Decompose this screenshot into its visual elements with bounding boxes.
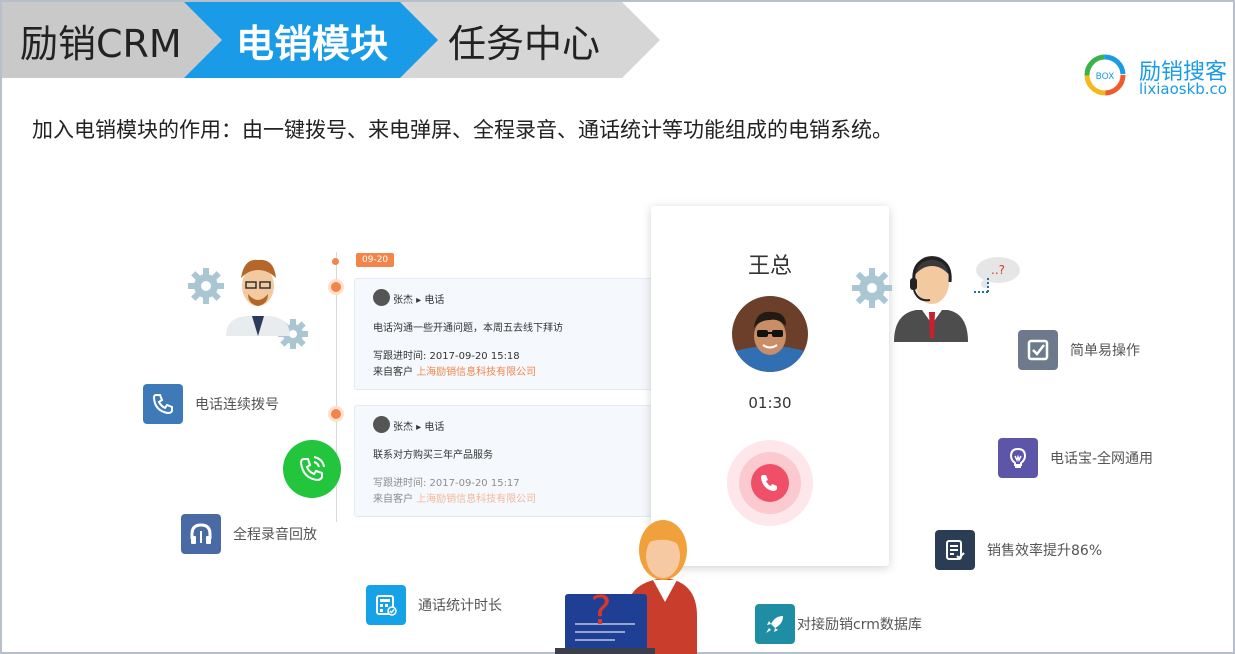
feature-label: 通话统计时长 — [418, 598, 502, 614]
call-button[interactable] — [283, 440, 341, 498]
feature-phone-universal: 电话宝-全网通用 — [998, 438, 1153, 478]
entry-message: 联系对方购买三年产品服务 — [373, 450, 493, 461]
customer-link[interactable]: 上海励销信息科技有限公司 — [416, 367, 536, 378]
rocket-icon — [755, 604, 795, 644]
speech-bubble-text: ..? — [991, 263, 1005, 277]
timeline-node — [328, 406, 344, 422]
feature-label: 全程录音回放 — [233, 527, 317, 543]
entry-author: 张杰 ▸ 电话 — [393, 422, 445, 433]
feature-recording-playback: 全程录音回放 — [181, 514, 317, 554]
breadcrumb-item-telesales[interactable]: 电销模块 — [184, 2, 438, 78]
logo-url: lixiaoskb.co — [1139, 80, 1227, 98]
follow-up-timeline: 09-20 张杰 ▸ 电话 电话沟通一些开通问题，本周五去线下拜访 写跟进时间:… — [318, 240, 658, 530]
phone-icon — [143, 384, 183, 424]
svg-text:?: ? — [590, 588, 611, 634]
headphone-icon — [181, 514, 221, 554]
feature-label: 简单易操作 — [1070, 343, 1140, 359]
breadcrumb-item-crm[interactable]: 励销CRM — [2, 2, 224, 78]
logo-ring-icon: BOX — [1084, 54, 1126, 96]
call-duration: 01:30 — [748, 394, 792, 412]
document-check-icon — [935, 530, 975, 570]
feature-crm-database: 对接励销crm数据库 — [755, 604, 922, 644]
logo-ring-text: BOX — [1096, 72, 1115, 82]
breadcrumb: 励销CRM 任务中心 电销模块 — [2, 2, 662, 78]
feature-label: 对接励销crm数据库 — [797, 617, 922, 633]
caller-avatar — [732, 296, 808, 372]
gear-icon — [852, 268, 892, 308]
customer-link[interactable]: 上海励销信息科技有限公司 — [416, 494, 536, 505]
feature-continuous-dial: 电话连续拨号 — [143, 384, 279, 424]
feature-call-statistics: 通话统计时长 — [366, 585, 502, 625]
phone-ringing-icon — [299, 456, 325, 482]
operator-illustration: ? — [555, 520, 697, 654]
entry-time: 写跟进时间: 2017-09-20 15:18 — [373, 351, 520, 362]
agent-illustration-right: ..? — [852, 256, 1020, 342]
entry-customer: 来自客户 上海励销信息科技有限公司 — [373, 494, 537, 505]
feature-label: 销售效率提升86% — [987, 543, 1103, 559]
entry-author: 张杰 ▸ 电话 — [393, 295, 445, 306]
agent-illustration-left — [188, 259, 308, 349]
feature-sales-efficiency: 销售效率提升86% — [935, 530, 1102, 570]
calculator-icon — [366, 585, 406, 625]
timeline-entry[interactable]: 张杰 ▸ 电话 联系对方购买三年产品服务 写跟进时间: 2017-09-20 1… — [354, 405, 654, 517]
timeline-node — [328, 279, 344, 295]
entry-time: 写跟进时间: 2017-09-20 15:17 — [373, 478, 520, 489]
checkbox-icon — [1018, 330, 1058, 370]
entry-message: 电话沟通一些开通问题，本周五去线下拜访 — [373, 323, 563, 334]
timeline-dot — [332, 258, 339, 265]
hangup-button[interactable] — [727, 440, 813, 526]
feature-label: 电话连续拨号 — [195, 397, 279, 413]
feature-easy-operation: 简单易操作 — [1018, 330, 1140, 370]
timeline-date-tag: 09-20 — [356, 253, 395, 267]
avatar — [373, 416, 390, 433]
feature-label: 电话宝-全网通用 — [1050, 451, 1154, 467]
timeline-entry[interactable]: 张杰 ▸ 电话 电话沟通一些开通问题，本周五去线下拜访 写跟进时间: 2017-… — [354, 278, 654, 390]
avatar — [373, 289, 390, 306]
intro-text: 加入电销模块的作用：由一键拨号、来电弹屏、全程录音、通话统计等功能组成的电销系统… — [32, 118, 893, 142]
entry-customer: 来自客户 上海励销信息科技有限公司 — [373, 367, 537, 378]
brand-logo: BOX 励销搜客 lixiaoskb.co — [1082, 52, 1232, 100]
lightbulb-icon — [998, 438, 1038, 478]
speech-bubble-icon: ..? — [974, 257, 1020, 293]
gear-icon — [188, 268, 224, 304]
